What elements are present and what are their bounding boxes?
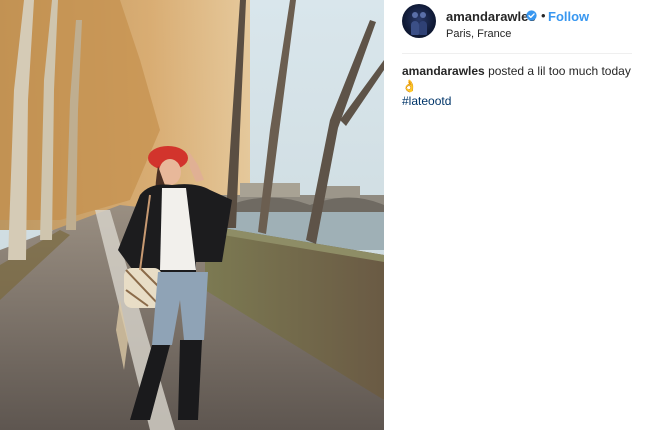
profile-avatar[interactable] xyxy=(402,4,436,38)
header-divider xyxy=(402,53,632,54)
avatar-figure-body xyxy=(411,21,419,35)
avatar-figure-body xyxy=(419,21,427,35)
post-side-panel: amandarawles • Follow Paris, France aman… xyxy=(384,0,650,430)
follow-button[interactable]: Follow xyxy=(548,9,589,24)
post-caption: amandarawles posted a lil too much today… xyxy=(402,64,638,109)
username-link[interactable]: amandarawles xyxy=(446,9,536,24)
avatar-figure-head xyxy=(420,12,426,18)
photo-scene xyxy=(0,0,384,430)
ok-hand-emoji-icon: 👌 xyxy=(402,79,417,93)
verified-badge-icon xyxy=(526,10,537,21)
avatar-figure-head xyxy=(412,12,418,18)
location-link[interactable]: Paris, France xyxy=(446,28,511,40)
hashtag-link[interactable]: #lateootd xyxy=(402,94,451,108)
post-photo[interactable] xyxy=(0,0,384,430)
post-header: amandarawles • Follow Paris, France xyxy=(402,4,632,44)
caption-text: posted a lil too much today xyxy=(488,64,631,78)
caption-username[interactable]: amandarawles xyxy=(402,64,485,78)
separator-dot: • xyxy=(541,8,546,23)
